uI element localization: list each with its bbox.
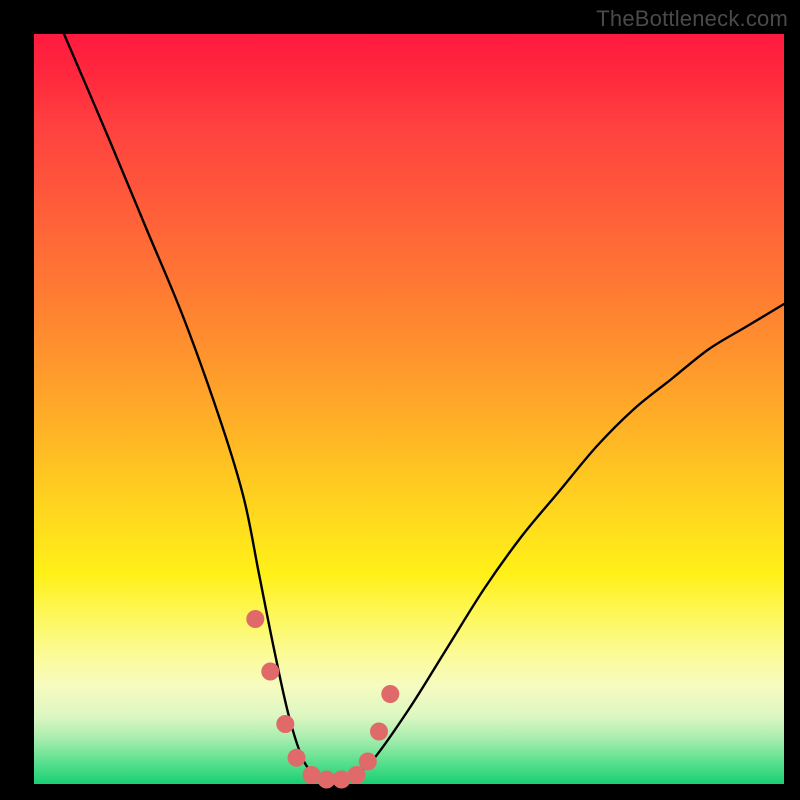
highlight-dot bbox=[276, 715, 294, 733]
chart-frame: TheBottleneck.com bbox=[0, 0, 800, 800]
plot-area bbox=[34, 34, 784, 784]
highlight-dot bbox=[381, 685, 399, 703]
watermark-text: TheBottleneck.com bbox=[596, 6, 788, 32]
highlight-dot bbox=[288, 749, 306, 767]
highlight-dot bbox=[370, 723, 388, 741]
bottleneck-curve bbox=[64, 34, 784, 780]
highlight-dot bbox=[261, 663, 279, 681]
highlight-dot bbox=[246, 610, 264, 628]
highlight-dot bbox=[359, 753, 377, 771]
highlight-dots bbox=[246, 610, 399, 789]
curve-svg bbox=[34, 34, 784, 784]
